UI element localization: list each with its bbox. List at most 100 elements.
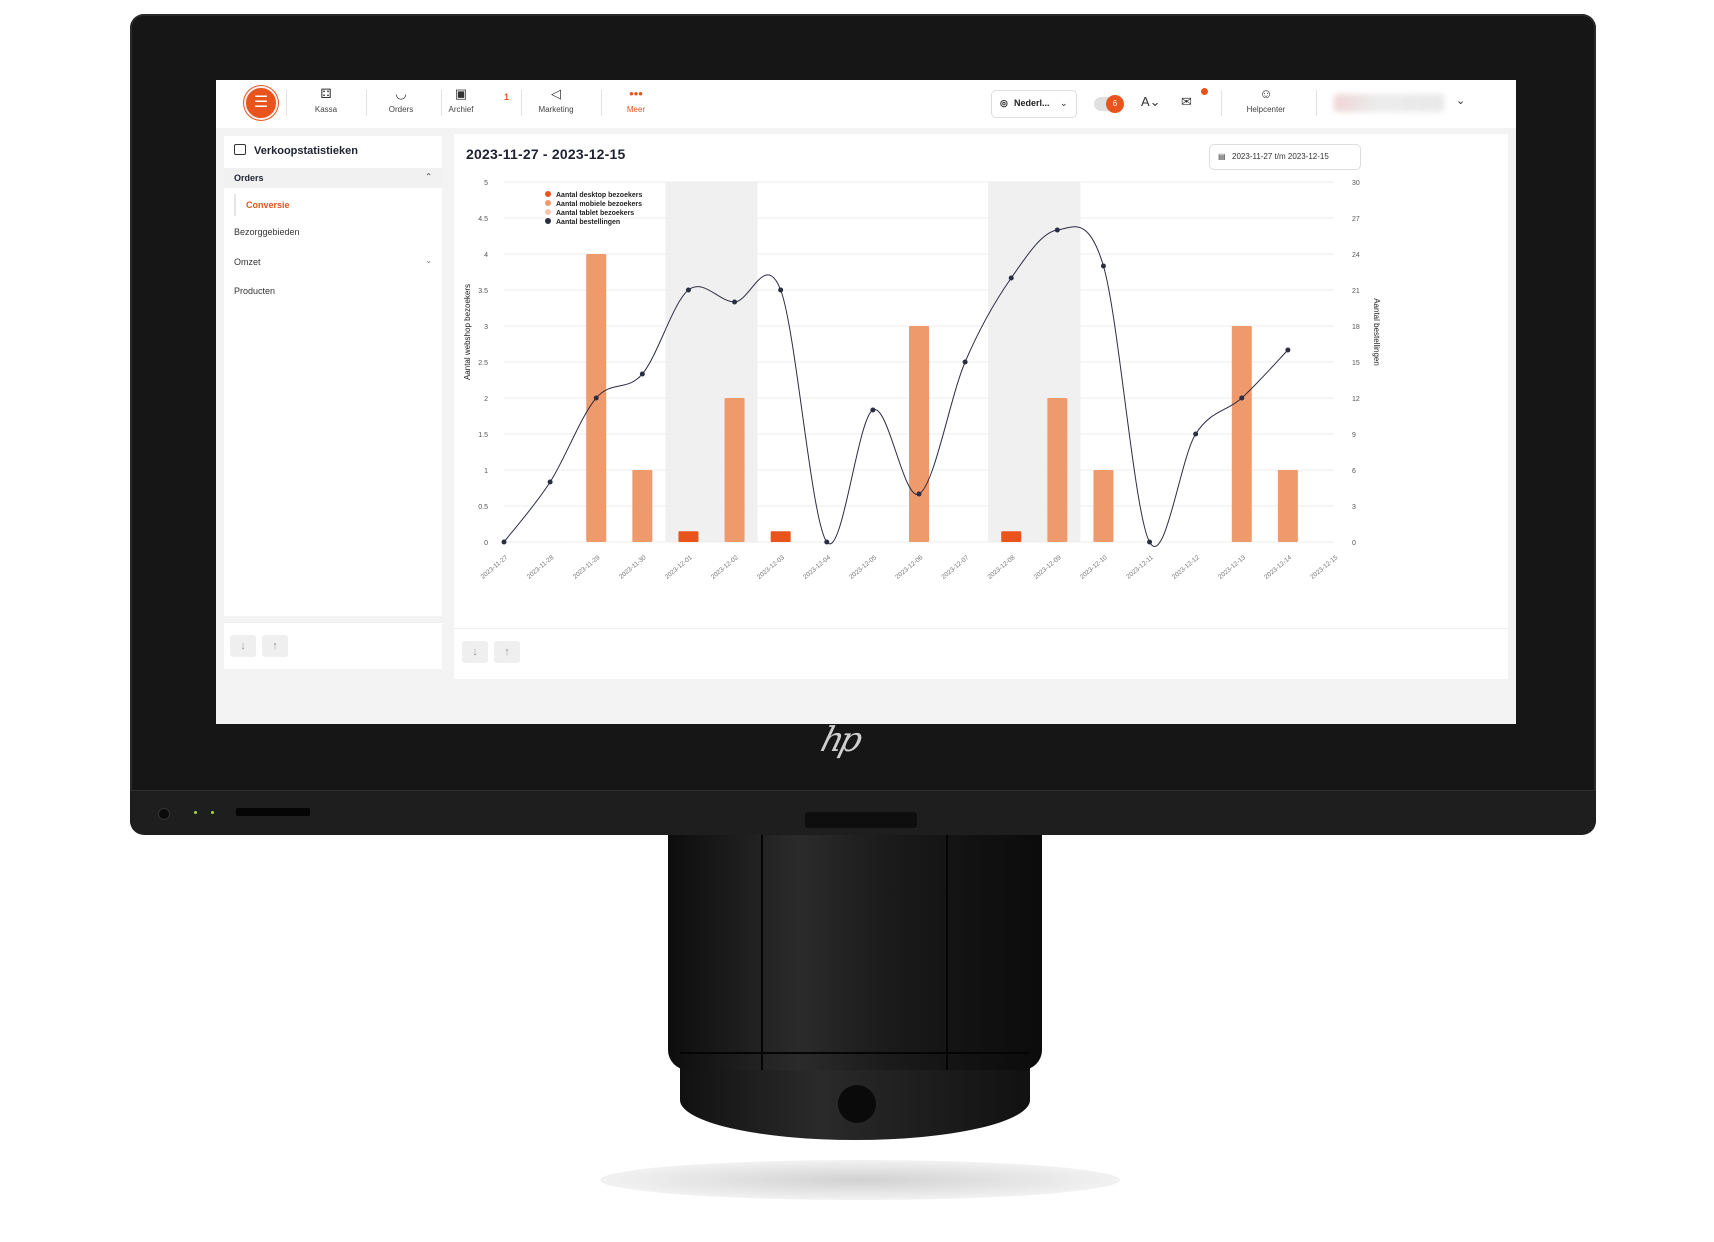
y-tick-label: 5 bbox=[484, 180, 488, 187]
y-tick-label: 1 bbox=[484, 468, 488, 475]
bar bbox=[678, 531, 699, 542]
y-axis-label: Aantal webshop bezoekers bbox=[463, 284, 472, 380]
bar bbox=[632, 470, 653, 542]
sidebar-panel: Verkoopstatistieken Orders ⌃ Conversie B… bbox=[224, 136, 442, 616]
power-button[interactable] bbox=[158, 808, 170, 820]
archive-icon: ▣ bbox=[454, 86, 468, 101]
conversion-chart: 0 0.5 1 1.5 2 2.5 3 3.5 4 4.5 5 0 3 6 9 12 15 18 21 24 27 30 A… bbox=[463, 180, 1381, 581]
font-size-icon[interactable]: A⌄ bbox=[1141, 94, 1161, 110]
x-tick-label: 2023-12-02 bbox=[710, 554, 740, 581]
nav-kassa[interactable]: ⚃ Kassa bbox=[291, 86, 361, 114]
x-tick-label: 2023-12-05 bbox=[848, 554, 878, 581]
y2-tick-label: 6 bbox=[1352, 468, 1356, 475]
mail-icon[interactable]: ✉ bbox=[1181, 94, 1192, 110]
date-range-picker[interactable]: ▤ 2023-11-27 t/m 2023-12-15 bbox=[1209, 144, 1361, 170]
sidebar-footer: ↓ ↑ bbox=[224, 622, 442, 669]
bar bbox=[1047, 398, 1068, 542]
line-point bbox=[732, 299, 738, 305]
y-tick-label: 3 bbox=[484, 324, 488, 331]
helpcenter-icon: ☺ bbox=[1259, 86, 1273, 101]
sidebar-item-producten[interactable]: Producten bbox=[224, 281, 442, 301]
card-slot bbox=[236, 808, 310, 816]
language-select[interactable]: ◎ Nederl... ⌄ bbox=[991, 90, 1077, 118]
scroll-up-button[interactable]: ↑ bbox=[262, 635, 288, 657]
y2-tick-label: 30 bbox=[1352, 180, 1360, 187]
y2-tick-label: 27 bbox=[1352, 216, 1360, 223]
legend-swatch bbox=[545, 200, 551, 206]
x-tick-label: 2023-12-11 bbox=[1125, 554, 1155, 581]
line-point bbox=[1285, 347, 1291, 353]
x-tick-label: 2023-12-13 bbox=[1217, 554, 1247, 581]
toggle-badge: 6 bbox=[1106, 95, 1124, 113]
x-tick-label: 2023-12-01 bbox=[664, 554, 694, 581]
chevron-down-icon[interactable]: ⌄ bbox=[1456, 94, 1465, 107]
notification-dot bbox=[1201, 88, 1208, 95]
monitor-stand bbox=[668, 820, 1042, 1070]
nav-archief[interactable]: ▣ Archief bbox=[426, 86, 496, 114]
more-dots-icon: ••• bbox=[629, 86, 643, 101]
user-account-blurred[interactable] bbox=[1334, 94, 1444, 112]
brand-logo[interactable]: ☰ bbox=[244, 86, 278, 120]
archief-badge: 1 bbox=[504, 92, 510, 102]
y-tick-label: 1.5 bbox=[478, 432, 488, 439]
scroll-down-button[interactable]: ↓ bbox=[230, 635, 256, 657]
y2-tick-label: 15 bbox=[1352, 360, 1360, 367]
sidebar-item-bezorggebieden[interactable]: Bezorggebieden bbox=[224, 222, 442, 242]
line-point bbox=[639, 371, 645, 377]
legend-swatch bbox=[545, 218, 551, 224]
line-point bbox=[916, 491, 922, 497]
stand-shadow bbox=[600, 1160, 1120, 1200]
app-screen: ☰ ⚃ Kassa ◡ Orders ▣ Archief 1 ◁ Marketi… bbox=[216, 80, 1516, 724]
line-point bbox=[1193, 431, 1199, 437]
chevron-up-icon: ⌃ bbox=[425, 172, 432, 181]
x-tick-label: 2023-12-09 bbox=[1033, 554, 1063, 581]
bezel-notch bbox=[805, 812, 917, 828]
y2-tick-label: 0 bbox=[1352, 540, 1356, 547]
sidebar-item-omzet[interactable]: Omzet ⌄ bbox=[224, 252, 442, 272]
bar bbox=[1277, 470, 1298, 542]
chevron-down-icon: ⌄ bbox=[425, 256, 432, 265]
y2-tick-label: 21 bbox=[1352, 288, 1360, 295]
line-point bbox=[1100, 263, 1106, 269]
x-tick-label: 2023-12-04 bbox=[802, 554, 832, 581]
nav-marketing[interactable]: ◁ Marketing bbox=[521, 86, 591, 114]
y-tick-label: 2.5 bbox=[478, 360, 488, 367]
legend-label: Aantal mobiele bezoekers bbox=[556, 201, 642, 208]
y-tick-label: 4.5 bbox=[478, 216, 488, 223]
legend-label: Aantal tablet bezoekers bbox=[556, 210, 634, 217]
sidebar-item-conversie[interactable]: Conversie bbox=[246, 200, 290, 210]
helpcenter-button[interactable]: ☺ Helpcenter bbox=[1226, 86, 1306, 114]
scroll-up-button[interactable]: ↑ bbox=[494, 641, 520, 663]
y2-tick-label: 24 bbox=[1352, 252, 1360, 259]
x-tick-label: 2023-12-06 bbox=[894, 554, 924, 581]
line-point bbox=[962, 359, 968, 365]
y-tick-label: 3.5 bbox=[478, 288, 488, 295]
legend-swatch bbox=[545, 191, 551, 197]
scroll-down-button[interactable]: ↓ bbox=[462, 641, 488, 663]
top-navigation: ☰ ⚃ Kassa ◡ Orders ▣ Archief 1 ◁ Marketi… bbox=[216, 80, 1516, 129]
nav-meer[interactable]: ••• Meer bbox=[601, 86, 671, 114]
main-footer: ↓ ↑ bbox=[454, 628, 1508, 679]
y-tick-label: 2 bbox=[484, 396, 488, 403]
bar bbox=[770, 531, 791, 542]
bar bbox=[1001, 531, 1022, 542]
chart-panel: 2023-11-27 - 2023-12-15 ▤ 2023-11-27 t/m… bbox=[454, 134, 1508, 628]
status-led bbox=[194, 811, 197, 814]
language-label: Nederl... bbox=[1014, 98, 1050, 108]
x-tick-label: 2023-12-12 bbox=[1171, 554, 1201, 581]
legend-swatch bbox=[545, 209, 551, 215]
y2-axis-label: Aantal bestellingen bbox=[1372, 298, 1381, 366]
legend-label: Aantal desktop bezoekers bbox=[556, 192, 642, 199]
sidebar-title: Verkoopstatistieken bbox=[234, 144, 358, 157]
orders-line bbox=[503, 226, 1289, 547]
y2-tick-label: 12 bbox=[1352, 396, 1360, 403]
x-tick-label: 2023-12-03 bbox=[756, 554, 786, 581]
mode-toggle[interactable]: 6 bbox=[1094, 95, 1124, 113]
line-point bbox=[547, 479, 553, 485]
x-tick-label: 2023-11-28 bbox=[526, 554, 556, 581]
line-point bbox=[1008, 275, 1014, 281]
x-tick-label: 2023-12-14 bbox=[1263, 554, 1293, 581]
x-tick-label: 2023-12-10 bbox=[1079, 554, 1109, 581]
sub-indicator bbox=[234, 194, 236, 216]
sidebar-item-orders[interactable]: Orders ⌃ bbox=[224, 168, 442, 188]
